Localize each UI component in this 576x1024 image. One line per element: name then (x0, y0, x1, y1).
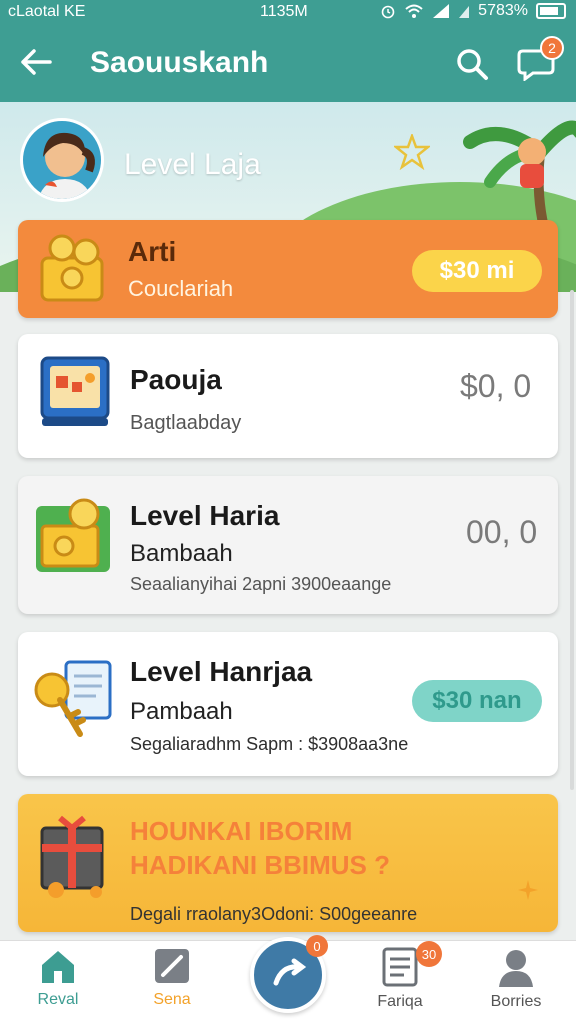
nav-item-borries[interactable]: Borries (466, 947, 566, 1021)
nav-item-reval[interactable]: Reval (8, 947, 108, 1021)
arrow-left-icon (21, 49, 52, 75)
wifi-icon (405, 4, 423, 18)
search-icon (457, 49, 488, 80)
notification-badge: 2 (540, 36, 564, 60)
battery-icon (536, 3, 566, 19)
task-2-detail: Seaalianyihai 2apni 3900eaange (130, 574, 392, 594)
reward-claim-button[interactable]: $30 mi (412, 250, 542, 292)
gift-chest-icon (40, 815, 104, 898)
battery-percent: 5783% (478, 2, 528, 19)
status-bar: cLaotal KE 1135M 5783% (0, 0, 576, 24)
nav-item-sena[interactable]: Sena (122, 947, 222, 1021)
nav-label-reval: Reval (37, 991, 79, 1008)
reward-card[interactable]: Arti Couclariah $30 mi (18, 220, 558, 318)
nav-item-fariqa[interactable]: 30 Fariqa (350, 941, 450, 1021)
task-2-subtitle: Bambaah (130, 540, 233, 567)
carrier-label: cLaotal KE (8, 3, 86, 20)
promo-line-1: HOUNKAI IBORIM (130, 816, 353, 846)
promo-detail: Degali rraolany3Odoni: S00geeanre (130, 904, 418, 924)
refresh-arrow-icon (273, 958, 307, 986)
star-icon (394, 134, 430, 170)
task-3-detail: Segaliaradhm Sapm : $3908aa3ne (130, 734, 409, 754)
user-profile-icon (499, 950, 533, 987)
reward-title: Arti (128, 236, 177, 267)
search-button[interactable] (450, 42, 494, 86)
task-card-2[interactable]: Level Haria Bambaah Seaalianyihai 2apni … (18, 476, 558, 614)
notification-button[interactable]: 2 (514, 36, 564, 86)
promo-card[interactable]: HOUNKAI IBORIM HADIKANI BBIMUS ? Degali … (18, 794, 558, 932)
bottom-nav: Reval Sena 0 30 Fariqa Borries (0, 935, 576, 1024)
level-label: Level Laja (124, 148, 261, 181)
nav-label-fariqa: Fariqa (377, 993, 423, 1010)
nav-badge-fariqa: 30 (416, 941, 442, 967)
task-card-3[interactable]: Level Hanrjaa Pambaah Segaliaradhm Sapm … (18, 632, 558, 776)
task-3-title: Level Hanrjaa (130, 656, 313, 687)
task-1-title: Paouja (130, 364, 222, 395)
signal-icon-2 (459, 6, 470, 18)
list-document-icon (382, 947, 418, 987)
coin-basket-icon (40, 234, 104, 302)
task-3-subtitle: Pambaah (130, 698, 233, 725)
nav-label-sena: Sena (153, 991, 191, 1008)
signal-icon (433, 4, 450, 18)
reward-subtitle: Couclariah (128, 276, 234, 301)
nav-label-borries: Borries (490, 993, 542, 1010)
home-icon (42, 951, 74, 983)
tablet-game-icon (40, 356, 110, 426)
avatar[interactable] (20, 118, 104, 202)
alarm-icon (381, 5, 395, 19)
app-bar: Saouuskanh 2 (0, 24, 576, 102)
nav-center-badge: 0 (306, 935, 328, 957)
task-1-subtitle: Bagtlaabday (130, 412, 242, 434)
scrollbar[interactable] (570, 290, 574, 790)
user-avatar-illustration-icon (38, 132, 95, 199)
task-1-amount: $0, 0 (460, 368, 532, 404)
edit-icon (155, 949, 189, 983)
promo-line-2: HADIKANI BBIMUS ? (130, 850, 390, 880)
task-3-action-button[interactable]: $30 nan (412, 680, 542, 722)
nav-center-button[interactable]: 0 (250, 935, 328, 1013)
task-card-1[interactable]: Paouja Bagtlaabday $0, 0 (18, 334, 558, 458)
sparkle-icon (518, 880, 538, 900)
coin-crate-icon (36, 498, 110, 572)
clock: 1135M (260, 3, 308, 20)
key-document-icon (34, 660, 112, 737)
status-icons: 5783% (380, 2, 566, 20)
task-2-title: Level Haria (130, 500, 280, 531)
task-2-amount: 00, 0 (466, 514, 538, 550)
page-title: Saouuskanh (90, 46, 269, 79)
back-button[interactable] (16, 42, 56, 82)
